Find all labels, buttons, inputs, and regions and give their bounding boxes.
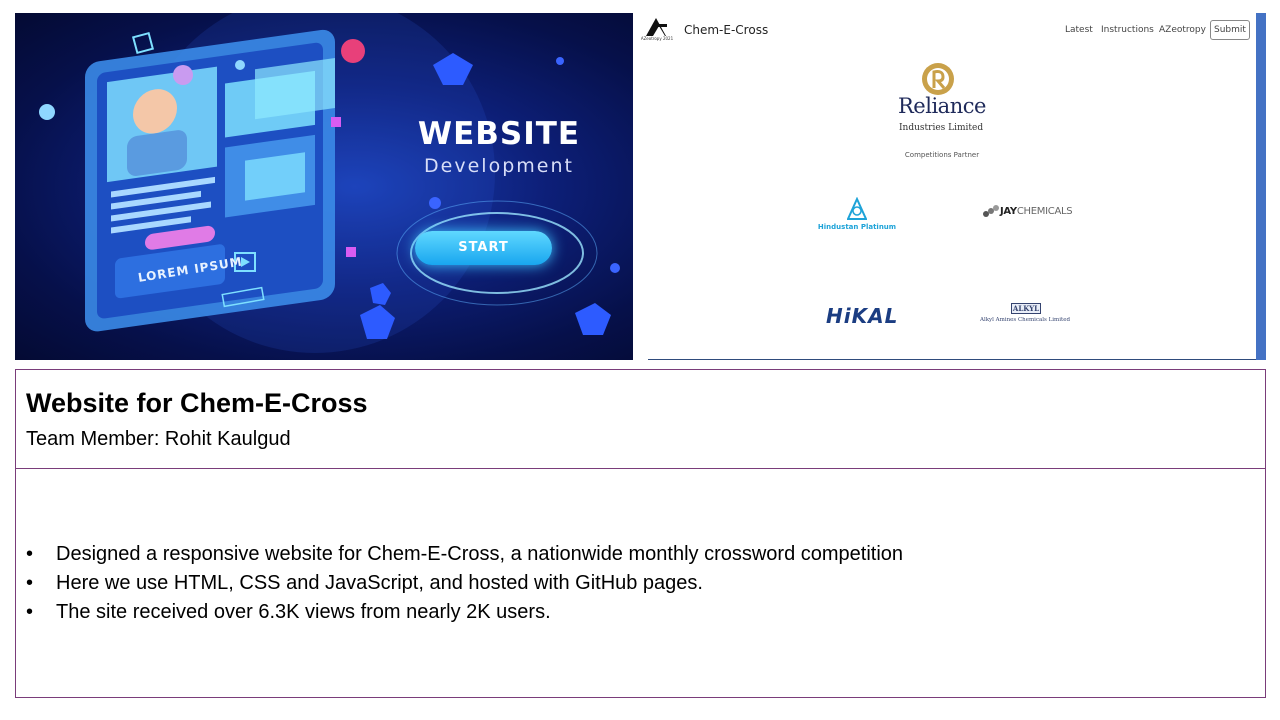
screenshot-scrollbar — [1256, 13, 1266, 360]
reliance-logo-icon — [922, 63, 954, 95]
website-development-illustration: WEBSITE Development START LOREM IPSUM — [15, 13, 633, 360]
site-nav-instructions: Instructions — [1101, 25, 1154, 35]
details-panel: • Designed a responsive website for Chem-… — [15, 468, 1266, 698]
azeotropy-logo-caption: AZeotropy 2021 — [640, 36, 674, 41]
bullet-marker: • — [26, 572, 34, 594]
bullet-item: • The site received over 6.3K views from … — [26, 598, 903, 627]
bullet-marker: • — [26, 601, 34, 623]
bullet-list: • Designed a responsive website for Chem-… — [26, 540, 903, 627]
bullet-text: Designed a responsive website for Chem-E… — [56, 543, 904, 565]
hikal-logo: HiKAL — [826, 304, 899, 328]
site-nav-latest: Latest — [1065, 25, 1093, 35]
team-member: Team Member: Rohit Kaulgud — [26, 428, 291, 450]
illustration-graphic — [39, 13, 620, 353]
illustration-start-button: START — [415, 231, 552, 265]
jay-chemicals-rest: CHEMICALS — [1016, 206, 1073, 217]
alkyl-badge: ALKYL — [1011, 303, 1041, 314]
bullet-text: Here we use HTML, CSS and JavaScript, an… — [56, 572, 703, 594]
reliance-subtitle: Industries Limited — [899, 123, 984, 133]
bullet-marker: • — [26, 543, 34, 565]
partner-caption: Competitions Partner — [904, 151, 980, 159]
title-panel: Website for Chem-E-Cross Team Member: Ro… — [15, 369, 1266, 469]
jay-chemicals-bold: JAY — [1000, 206, 1017, 217]
jay-chemicals-name: JAYCHEMICALS — [1000, 206, 1073, 217]
bullet-text: The site received over 6.3K views from n… — [56, 601, 551, 623]
bullet-item: • Here we use HTML, CSS and JavaScript, a… — [26, 569, 903, 598]
jay-chemicals-logo-icon — [983, 205, 999, 217]
hindustan-platinum-name: Hindustan Platinum — [817, 223, 897, 231]
reliance-name: Reliance — [898, 94, 986, 118]
bullet-item: • Designed a responsive website for Chem-… — [26, 540, 903, 569]
site-brand: Chem-E-Cross — [684, 23, 769, 37]
azeotropy-logo-icon — [646, 18, 667, 36]
alkyl-amines-name: Alkyl Amines Chemicals Limited — [979, 317, 1071, 323]
illustration-headline: WEBSITE — [417, 116, 581, 152]
site-nav-azeotropy: AZeotropy — [1159, 25, 1206, 35]
website-screenshot — [648, 13, 1266, 360]
site-submit-button: Submit — [1210, 20, 1250, 40]
slide-title: Website for Chem-E-Cross — [26, 388, 368, 418]
hindustan-platinum-logo-icon — [847, 197, 867, 220]
illustration-subline: Development — [424, 155, 574, 177]
